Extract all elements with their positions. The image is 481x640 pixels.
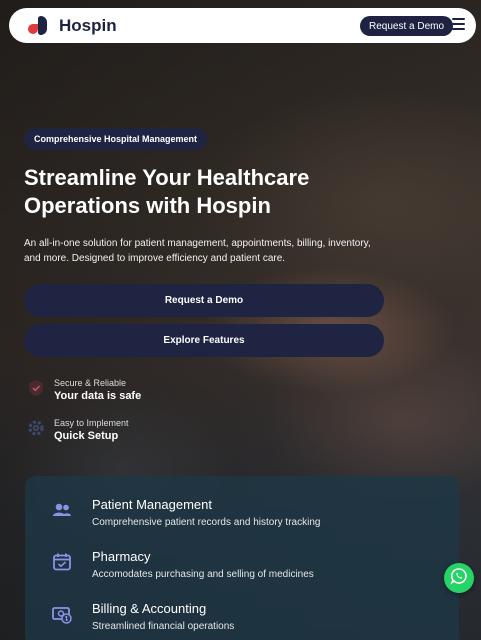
service-description: Accomodates purchasing and selling of me… <box>92 569 314 580</box>
navbar: Hospin Request a Demo <box>9 8 476 43</box>
gear-icon <box>26 418 46 438</box>
brand-name[interactable]: Hospin <box>59 16 117 36</box>
shield-icon <box>26 378 46 398</box>
service-title: Billing & Accounting <box>92 601 207 616</box>
service-patient-management[interactable]: Patient Management Comprehensive patient… <box>51 497 451 537</box>
services-card: Patient Management Comprehensive patient… <box>25 476 459 640</box>
users-icon <box>51 499 73 521</box>
service-pharmacy[interactable]: Pharmacy Accomodates purchasing and sell… <box>51 549 451 589</box>
request-demo-button[interactable]: Request a Demo <box>24 284 384 317</box>
whatsapp-icon <box>450 567 468 590</box>
money-icon <box>51 603 73 625</box>
nav-request-demo-button[interactable]: Request a Demo <box>360 16 454 36</box>
whatsapp-chat-button[interactable] <box>444 563 474 593</box>
service-description: Comprehensive patient records and histor… <box>92 517 321 528</box>
feature-value: Your data is safe <box>54 390 142 402</box>
hamburger-menu-icon[interactable] <box>452 18 465 30</box>
feature-value: Quick Setup <box>54 430 119 442</box>
service-billing[interactable]: Billing & Accounting Streamlined financi… <box>51 601 451 640</box>
explore-features-button[interactable]: Explore Features <box>24 324 384 357</box>
hero-title: Streamline Your Healthcare Operations wi… <box>24 165 310 218</box>
feature-label: Secure & Reliable <box>54 378 127 388</box>
logo-icon[interactable] <box>28 15 50 36</box>
hero-badge: Comprehensive Hospital Management <box>24 128 208 150</box>
service-title: Patient Management <box>92 497 212 512</box>
hero-subtitle: An all-in-one solution for patient manag… <box>24 238 371 264</box>
service-title: Pharmacy <box>92 549 151 564</box>
feature-label: Easy to Implement <box>54 418 129 428</box>
service-description: Streamlined financial operations <box>92 621 235 632</box>
calendar-check-icon <box>51 551 73 573</box>
